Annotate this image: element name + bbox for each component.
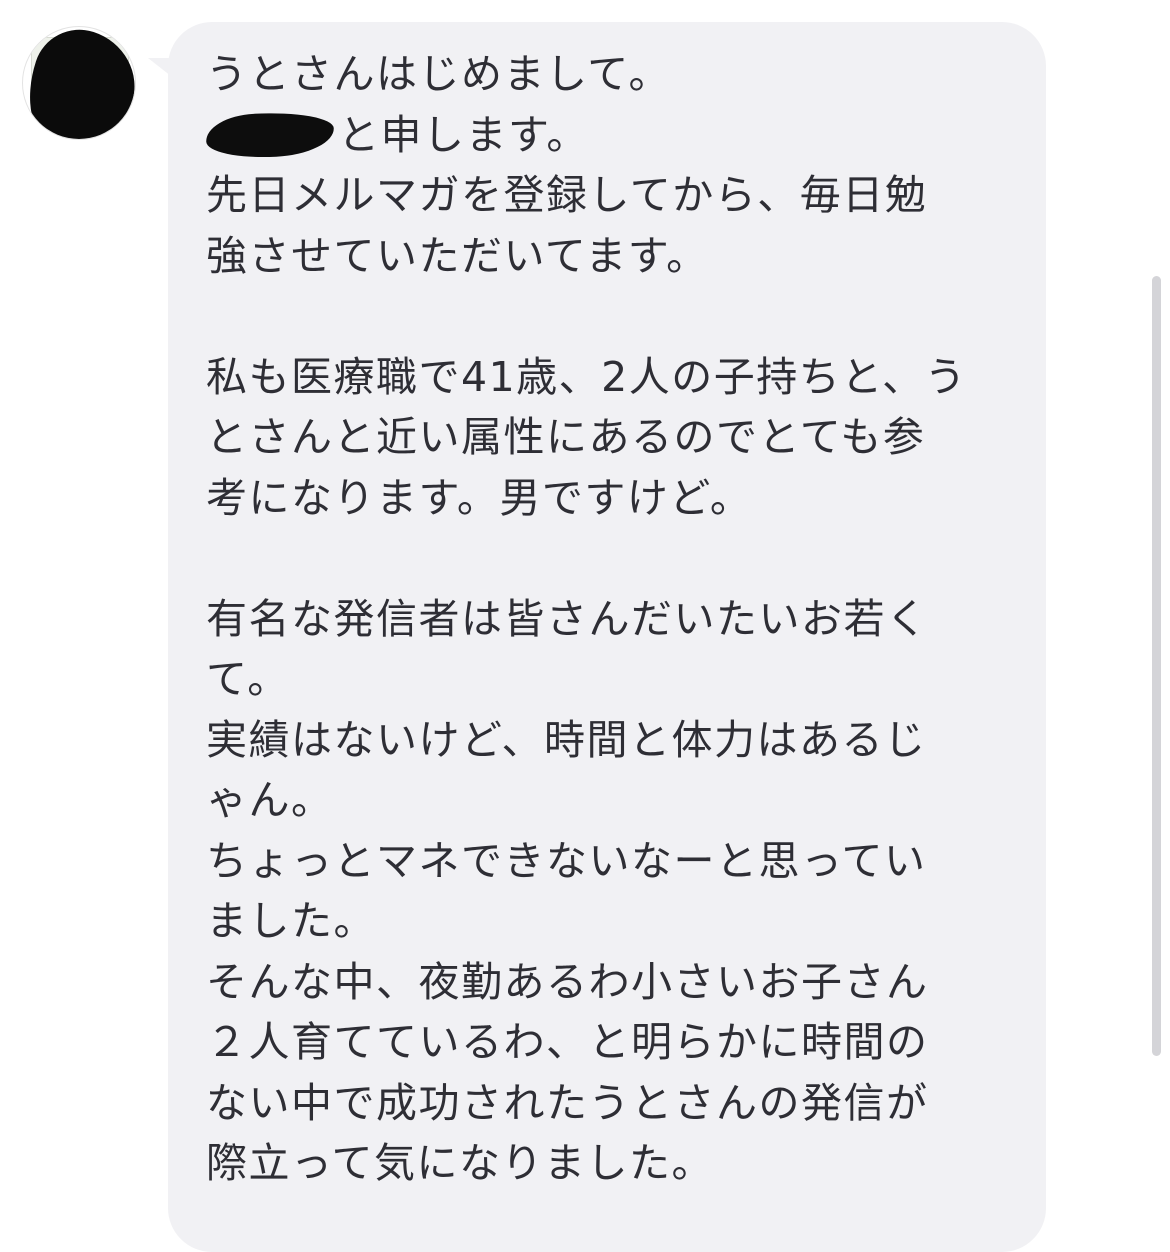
sender-avatar[interactable] [22, 26, 136, 140]
message-line: て。 [206, 655, 290, 703]
message-line: 私も医療職で41歳、2人の子持ちと、う [206, 352, 968, 401]
message-line: 実績はないけど、時間と体力はあるじ [206, 715, 927, 764]
message-line: 考になります。男ですけど。 [206, 473, 753, 522]
message-line: 有名な発信者は皆さんだいたいお若く [206, 594, 929, 643]
message-line: 際立って気になりました。 [206, 1139, 714, 1187]
message-line: ました。 [206, 897, 376, 945]
message-line: 先日メルマガを登録してから、毎日勉 [206, 171, 928, 219]
message-line: ２人育てているわ、と明らかに時間の [206, 1018, 929, 1066]
message-line: ない中で成功されたうとさんの発信が [206, 1078, 929, 1127]
message-line: ゃん。 [206, 776, 334, 824]
redacted-name-mark [204, 109, 336, 160]
message-line: ちょっとマネできないなーと思ってい [206, 836, 927, 885]
message-text: うとさんはじめまして。 と申します。 先日メルマガを登録してから、毎日勉 強させ… [204, 44, 1006, 1194]
message-line: とさんと近い属性にあるのでとても参 [206, 413, 926, 461]
message-line: 強させていただいてます。 [206, 231, 709, 280]
scrollbar[interactable] [1152, 276, 1161, 1056]
message-line: うとさんはじめまして。 [206, 50, 672, 98]
message-line-with-redacted-name: と申します。 [204, 105, 1006, 166]
message-line-suffix: と申します。 [338, 110, 589, 159]
message-line: そんな中、夜勤あるわ小さいお子さん [206, 957, 929, 1006]
